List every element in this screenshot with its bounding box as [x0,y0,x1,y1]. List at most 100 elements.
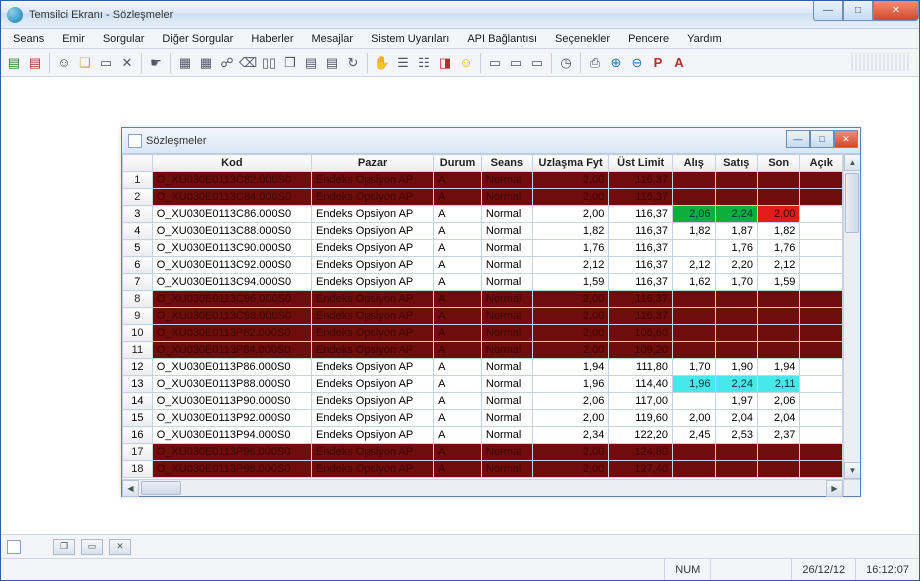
cell[interactable]: A [434,223,482,240]
cell[interactable] [757,325,799,342]
hscroll-track[interactable] [139,480,826,496]
cell[interactable] [757,461,799,478]
cell[interactable]: 122,20 [609,427,673,444]
cell[interactable]: Endeks Opsiyon AP [312,308,434,325]
row-number[interactable]: 1 [123,172,153,189]
cell[interactable]: A [434,189,482,206]
cell[interactable] [800,427,843,444]
cell[interactable] [673,291,715,308]
cell[interactable]: A [434,359,482,376]
cell[interactable] [757,342,799,359]
scroll-up-icon[interactable]: ▲ [844,154,860,171]
cell[interactable]: O_XU030E0113C90.000S0 [152,240,311,257]
inner-minimize-button[interactable]: — [786,130,810,148]
menu-secenekler[interactable]: Seçenekler [547,31,618,47]
cell[interactable] [757,189,799,206]
menu-sistem-uyarilari[interactable]: Sistem Uyarıları [363,31,457,47]
cell[interactable]: Normal [481,376,532,393]
cell[interactable]: 1,70 [715,274,757,291]
cell[interactable] [673,444,715,461]
table-row[interactable]: 4O_XU030E0113C88.000S0Endeks Opsiyon APA… [123,223,843,240]
cell[interactable]: 1,94 [532,359,608,376]
cell[interactable]: 2,11 [757,376,799,393]
cell[interactable] [800,461,843,478]
cell[interactable] [800,325,843,342]
cell[interactable]: 2,00 [757,206,799,223]
hscroll-thumb[interactable] [141,481,181,495]
hand-icon[interactable]: ✋ [373,54,391,72]
cell[interactable]: O_XU030E0113P90.000S0 [152,393,311,410]
row-number[interactable]: 14 [123,393,153,410]
cell[interactable]: O_XU030E0113C98.000S0 [152,308,311,325]
cell[interactable]: A [434,376,482,393]
cell[interactable]: 116,37 [609,257,673,274]
table-row[interactable]: 12O_XU030E0113P86.000S0Endeks Opsiyon AP… [123,359,843,376]
cell[interactable]: O_XU030E0113P94.000S0 [152,427,311,444]
cell[interactable]: O_XU030E0113P82.000S0 [152,325,311,342]
cell[interactable] [715,189,757,206]
cell[interactable]: O_XU030E0113P92.000S0 [152,410,311,427]
cell[interactable]: Endeks Opsiyon AP [312,444,434,461]
cell[interactable]: Normal [481,189,532,206]
cell[interactable]: Normal [481,461,532,478]
cell[interactable]: Normal [481,325,532,342]
cell[interactable]: A [434,325,482,342]
cell[interactable] [800,410,843,427]
cell[interactable]: O_XU030E0113C92.000S0 [152,257,311,274]
table-row[interactable]: 10O_XU030E0113P82.000S0Endeks Opsiyon AP… [123,325,843,342]
cell[interactable]: Normal [481,393,532,410]
book-icon[interactable]: ▯▯ [260,54,278,72]
cell[interactable] [800,291,843,308]
zoomin-icon[interactable]: ⊕ [607,54,625,72]
minimize-button[interactable]: — [813,1,843,21]
row-number[interactable]: 6 [123,257,153,274]
cell[interactable] [673,325,715,342]
cell[interactable]: O_XU030E0113C84.000S0 [152,189,311,206]
cell[interactable]: 1,90 [715,359,757,376]
cell[interactable]: 111,80 [609,359,673,376]
cell[interactable]: O_XU030E0113P96.000S0 [152,444,311,461]
row-number[interactable]: 15 [123,410,153,427]
cascade-windows-button[interactable]: ❐ [53,539,75,555]
row-number[interactable]: 4 [123,223,153,240]
document-icon[interactable] [7,540,21,554]
table-row[interactable]: 5O_XU030E0113C90.000S0Endeks Opsiyon APA… [123,240,843,257]
cell[interactable]: Endeks Opsiyon AP [312,274,434,291]
cell[interactable]: 117,00 [609,393,673,410]
cell[interactable]: Normal [481,427,532,444]
doc2-icon[interactable]: ▤ [323,54,341,72]
cell[interactable]: 127,40 [609,461,673,478]
cell[interactable]: 2,12 [673,257,715,274]
cell[interactable] [757,444,799,461]
cell[interactable]: 124,80 [609,444,673,461]
table-icon[interactable]: ☷ [415,54,433,72]
cell[interactable] [673,342,715,359]
scroll-down-icon[interactable]: ▼ [844,462,860,479]
cell[interactable]: Endeks Opsiyon AP [312,240,434,257]
cell[interactable] [715,461,757,478]
letter-p-icon[interactable]: P [649,54,667,72]
cell[interactable] [800,274,843,291]
cell[interactable]: 1,97 [715,393,757,410]
cell[interactable]: 2,00 [532,325,608,342]
zoomout-icon[interactable]: ⊖ [628,54,646,72]
cell[interactable]: 116,37 [609,274,673,291]
table-row[interactable]: 7O_XU030E0113C94.000S0Endeks Opsiyon APA… [123,274,843,291]
cell[interactable]: 1,87 [715,223,757,240]
cell[interactable]: Normal [481,206,532,223]
cell[interactable]: 116,37 [609,206,673,223]
cell[interactable]: A [434,444,482,461]
cell[interactable]: 116,37 [609,240,673,257]
cell[interactable] [800,240,843,257]
cell[interactable]: Endeks Opsiyon AP [312,223,434,240]
cell[interactable]: 109,20 [609,342,673,359]
col-ustlimit[interactable]: Üst Limit [609,155,673,172]
cell[interactable]: Normal [481,240,532,257]
case2-icon[interactable]: ▭ [507,54,525,72]
cell[interactable]: 2,45 [673,427,715,444]
link-icon[interactable]: ☍ [218,54,236,72]
cell[interactable]: 2,24 [715,376,757,393]
data-grid[interactable]: Kod Pazar Durum Seans Uzlaşma Fyt Üst Li… [122,154,843,479]
cell[interactable]: O_XU030E0113P88.000S0 [152,376,311,393]
cell[interactable]: A [434,291,482,308]
